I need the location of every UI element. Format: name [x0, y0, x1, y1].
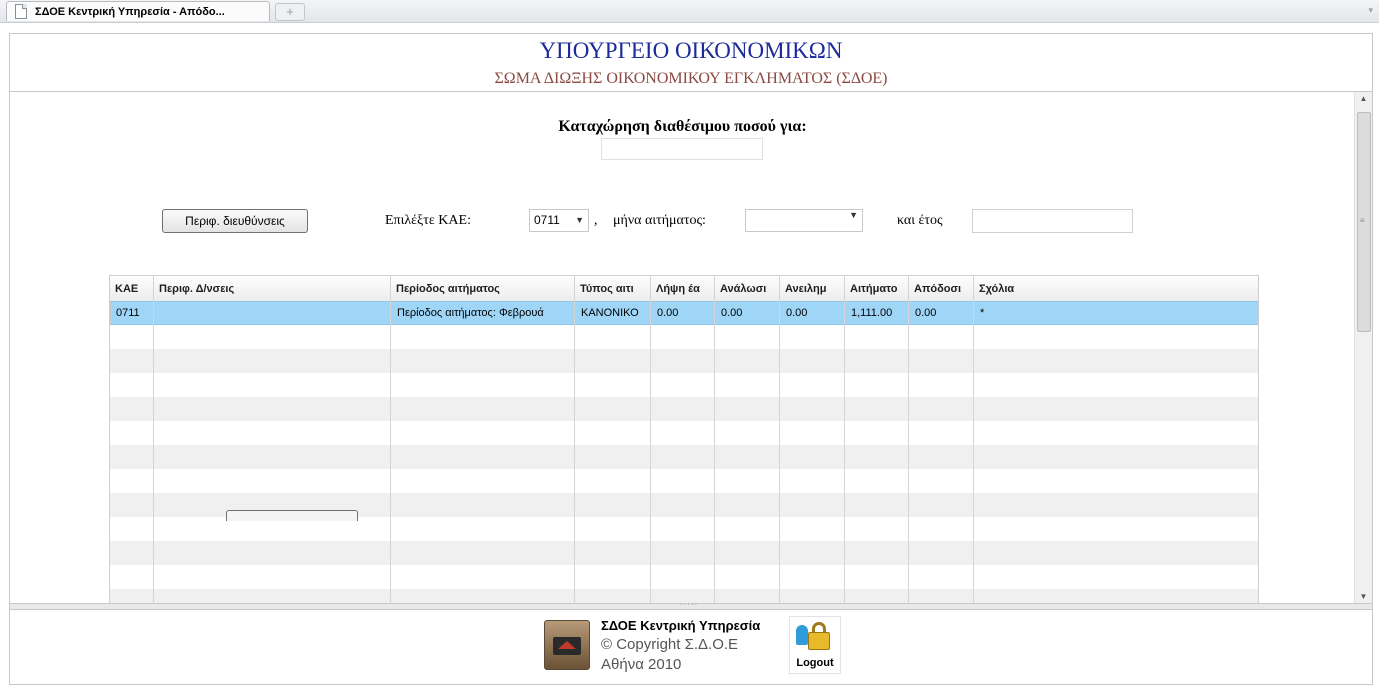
user-icon	[796, 625, 808, 645]
obscured-button[interactable]	[226, 510, 358, 521]
scroll-up-icon[interactable]: ▲	[1355, 92, 1372, 106]
logo-emblem	[553, 637, 581, 655]
table-row[interactable]: 0711 Περίοδος αιτήματος: Φεβρουά ΚΑΝΟΝΙΚ…	[110, 301, 1258, 325]
logo-mark	[558, 641, 576, 649]
column-divider	[908, 276, 909, 604]
column-divider	[650, 276, 651, 604]
column-header-kae[interactable]: ΚΑΕ	[110, 276, 154, 301]
cell-allocation: 0.00	[915, 307, 937, 319]
column-divider	[844, 276, 845, 604]
scrollbar-grip-icon: ≡	[1360, 216, 1365, 225]
browser-tab[interactable]: ΣΔΟΕ Κεντρική Υπηρεσία - Απόδο...	[6, 1, 270, 21]
year-label: και έτος	[897, 213, 943, 228]
logout-label: Logout	[796, 657, 834, 669]
entry-title: Καταχώρηση διαθέσιμου ποσού για:	[558, 118, 807, 135]
requests-grid: ΚΑΕ Περιφ. Δ/νσεις Περίοδος αιτήματος Τύ…	[109, 275, 1259, 604]
empty-row	[110, 325, 1258, 349]
footer-copyright: © Copyright Σ.Δ.Ο.Ε	[601, 636, 739, 653]
cell-request-amount: 1,111.00	[851, 307, 893, 319]
cell-request-period: Περίοδος αιτήματος: Φεβρουά	[397, 307, 544, 319]
year-input[interactable]	[972, 209, 1133, 233]
footer-city-year: Αθήνα 2010	[601, 656, 682, 673]
column-header-request-period[interactable]: Περίοδος αιτήματος	[391, 276, 575, 301]
column-header-receipt[interactable]: Λήψη έα	[651, 276, 715, 301]
column-header-comments[interactable]: Σχόλια	[974, 276, 1258, 301]
select-kae-label: Επιλέξτε ΚΑΕ:	[385, 213, 471, 228]
page-icon	[15, 4, 27, 19]
main-content: Καταχώρηση διαθέσιμου ποσού για: Περιφ. …	[10, 92, 1355, 604]
cell-receipt: 0.00	[657, 307, 679, 319]
empty-row	[110, 445, 1258, 469]
column-header-regional-directorates[interactable]: Περιφ. Δ/νσεις	[154, 276, 391, 301]
entry-target-field	[601, 138, 763, 160]
kae-select[interactable]: 0711 ▼	[529, 209, 589, 232]
column-header-allocation[interactable]: Απόδοσι	[909, 276, 974, 301]
empty-row	[110, 397, 1258, 421]
splitter-grip-icon: ·····	[680, 600, 699, 609]
request-month-label: μήνα αιτήματος:	[613, 213, 706, 228]
column-header-commitments[interactable]: Ανειλημ	[780, 276, 845, 301]
footer-org-name: ΣΔΟΕ Κεντρική Υπηρεσία	[601, 618, 761, 633]
tab-list-chevron-icon[interactable]: ▾	[1368, 5, 1373, 16]
kae-select-value: 0711	[534, 213, 560, 227]
agency-subtitle: ΣΩΜΑ ΔΙΩΞΗΣ ΟΙΚΟΝΟΜΙΚΟΥ ΕΓΚΛΗΜΑΤΟΣ (ΣΔΟΕ…	[494, 70, 888, 87]
empty-row	[110, 349, 1258, 373]
scroll-down-icon[interactable]: ▼	[1355, 590, 1372, 604]
column-header-request-amount[interactable]: Αιτήματο	[845, 276, 909, 301]
lock-body-icon	[808, 632, 830, 650]
cell-consumption: 0.00	[721, 307, 743, 319]
column-divider	[714, 276, 715, 604]
column-divider	[574, 276, 575, 604]
app-frame: ΥΠΟΥΡΓΕΙΟ ΟΙΚΟΝΟΜΙΚΩΝ ΣΩΜΑ ΔΙΩΞΗΣ ΟΙΚΟΝΟ…	[9, 33, 1373, 685]
cell-request-type: ΚΑΝΟΝΙΚΟ	[581, 307, 639, 319]
logout-button[interactable]: Logout	[789, 616, 841, 674]
chevron-down-icon: ▼	[849, 210, 858, 220]
empty-row	[110, 469, 1258, 493]
empty-row	[110, 565, 1258, 589]
page-header: ΥΠΟΥΡΓΕΙΟ ΟΙΚΟΝΟΜΙΚΩΝ ΣΩΜΑ ΔΙΩΞΗΣ ΟΙΚΟΝΟ…	[10, 34, 1372, 92]
cell-kae: 0711	[116, 307, 140, 319]
separator-comma: ,	[594, 213, 598, 228]
vertical-scrollbar[interactable]: ▲ ≡ ▼	[1354, 92, 1372, 604]
sdoe-logo	[544, 620, 590, 670]
empty-row	[110, 373, 1258, 397]
regional-addresses-button[interactable]: Περιφ. διευθύνσεις	[162, 209, 308, 233]
column-divider	[973, 276, 974, 604]
empty-row	[110, 541, 1258, 565]
pane-splitter[interactable]: ·····	[10, 600, 1372, 610]
ministry-title: ΥΠΟΥΡΓΕΙΟ ΟΙΚΟΝΟΜΙΚΩΝ	[539, 38, 843, 63]
empty-row	[110, 421, 1258, 445]
request-month-select[interactable]: ▼	[745, 209, 863, 232]
column-divider	[779, 276, 780, 604]
chevron-down-icon: ▼	[575, 215, 584, 225]
cell-comments: *	[980, 307, 985, 319]
column-divider	[390, 276, 391, 604]
cell-regional-directorate	[155, 302, 392, 326]
new-tab-button[interactable]: +	[275, 3, 305, 21]
grid-header: ΚΑΕ Περιφ. Δ/νσεις Περίοδος αιτήματος Τύ…	[110, 276, 1258, 302]
browser-tab-title: ΣΔΟΕ Κεντρική Υπηρεσία - Απόδο...	[35, 5, 225, 18]
cell-commitments: 0.00	[786, 307, 808, 319]
page-footer: ΣΔΟΕ Κεντρική Υπηρεσία © Copyright Σ.Δ.Ο…	[10, 610, 1372, 684]
column-header-request-type[interactable]: Τύπος αιτι	[575, 276, 651, 301]
browser-tab-bar: ΣΔΟΕ Κεντρική Υπηρεσία - Απόδο... + ▾	[0, 0, 1379, 23]
column-header-consumption[interactable]: Ανάλωσι	[715, 276, 780, 301]
column-divider	[153, 276, 154, 604]
